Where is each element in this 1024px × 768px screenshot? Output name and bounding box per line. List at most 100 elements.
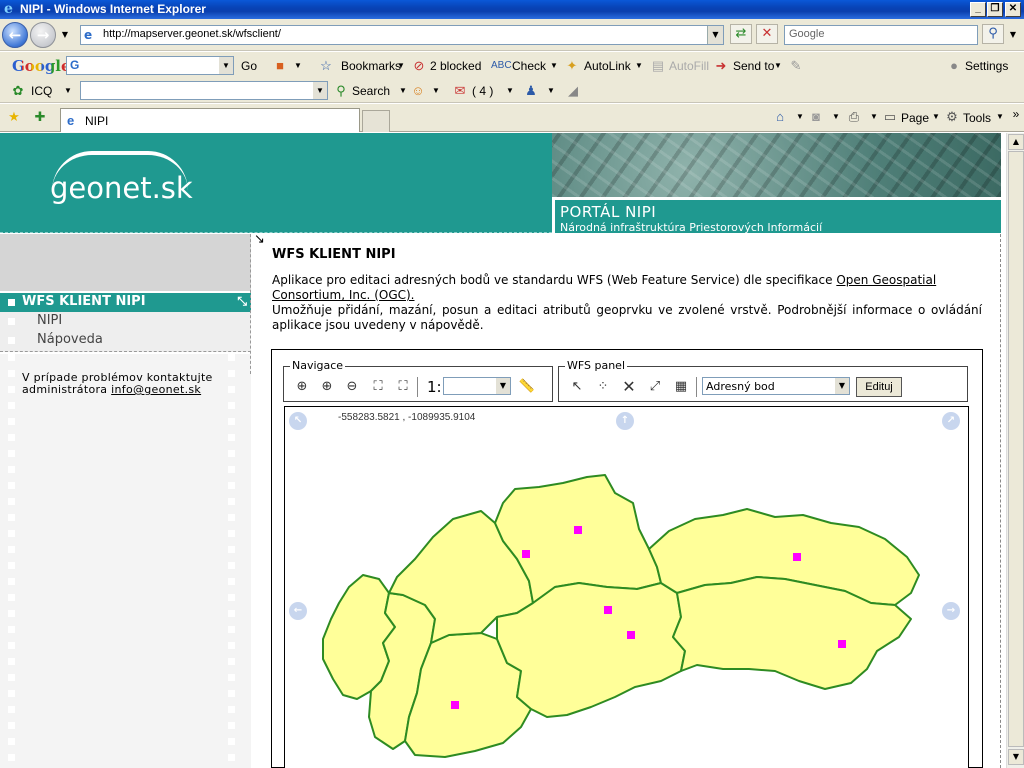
address-field[interactable]: e http://mapserver.geonet.sk/wfsclient/ …: [80, 25, 724, 45]
address-point-marker[interactable]: [604, 606, 612, 614]
measure-ruler-icon[interactable]: 📏: [517, 377, 537, 397]
address-point-marker[interactable]: [838, 640, 846, 648]
google-search-field[interactable]: G ▼: [66, 56, 234, 75]
spellcheck-icon: ABC: [491, 60, 512, 71]
page-menu-button[interactable]: Page: [901, 111, 929, 125]
edit-button[interactable]: Edituj: [856, 377, 902, 397]
address-point-marker[interactable]: [793, 553, 801, 561]
layer-select[interactable]: Adresný bod ▼: [702, 377, 850, 395]
page-scrollbar[interactable]: ▲ ▼: [1006, 133, 1024, 768]
scroll-thumb[interactable]: [1008, 151, 1024, 747]
highlight-icon[interactable]: ✎: [788, 58, 804, 74]
edit-attributes-icon[interactable]: ▦: [671, 377, 691, 397]
zoom-in-icon[interactable]: ⊕: [317, 377, 337, 397]
stop-icon[interactable]: ✕: [756, 24, 778, 44]
minimize-button[interactable]: _: [970, 2, 986, 17]
wfs-client-app: Navigace ⊕ ⊕ ⊖ ⛶ ⛶ 1: ▼ 📏 WFS panel ↖ ⁘ …: [271, 349, 983, 768]
zoom-out-icon[interactable]: ⊖: [342, 377, 362, 397]
print-icon[interactable]: ⎙: [846, 109, 862, 125]
scale-select[interactable]: ▼: [443, 377, 511, 395]
tools-dropdown-icon[interactable]: ▼: [992, 109, 1008, 125]
icq-smiley-dropdown-icon[interactable]: ▼: [428, 83, 444, 99]
maximize-button[interactable]: ❐: [987, 2, 1003, 17]
intro-text: Aplikace pro editaci adresných bodů ve s…: [272, 273, 837, 287]
icq-user-dropdown-icon[interactable]: ▼: [543, 83, 559, 99]
feeds-icon[interactable]: ◙: [808, 109, 824, 125]
window-title: NIPI - Windows Internet Explorer: [20, 2, 206, 16]
check-button[interactable]: Check: [512, 59, 546, 73]
icq-button[interactable]: ICQ: [31, 84, 52, 98]
home-icon[interactable]: ⌂: [772, 109, 788, 125]
back-button[interactable]: ←: [2, 22, 28, 48]
layer-dropdown-icon[interactable]: ▼: [835, 378, 849, 394]
address-point-marker[interactable]: [522, 550, 530, 558]
icq-search-field[interactable]: ▼: [80, 81, 328, 100]
check-dropdown-icon[interactable]: ▼: [546, 58, 562, 74]
address-point-marker[interactable]: [627, 631, 635, 639]
settings-button[interactable]: Settings: [965, 59, 1008, 73]
icq-tool-icon[interactable]: ◢: [565, 83, 581, 99]
google-toolbar: Google G ▼ Go ■ ▼ ☆ Bookmarks ▼ ⊘ 2 bloc…: [0, 52, 1024, 79]
home-dropdown-icon[interactable]: ▼: [792, 109, 808, 125]
address-point-marker[interactable]: [451, 701, 459, 709]
google-addon-icon[interactable]: ■: [272, 58, 288, 74]
favorites-star-icon[interactable]: ★: [6, 109, 22, 125]
tools-menu-button[interactable]: Tools: [963, 111, 991, 125]
icq-user-icon[interactable]: ♟: [523, 83, 539, 99]
autofill-button[interactable]: AutoFill: [669, 59, 709, 73]
bookmarks-dropdown-icon[interactable]: ▼: [393, 58, 409, 74]
google-addon-dropdown-icon[interactable]: ▼: [290, 58, 306, 74]
add-point-icon[interactable]: ⁘: [593, 377, 613, 397]
sendto-button[interactable]: Send to: [733, 59, 774, 73]
page-menu-dropdown-icon[interactable]: ▼: [928, 109, 944, 125]
scroll-down-icon[interactable]: ▼: [1008, 749, 1024, 765]
search-go-icon[interactable]: ⚲: [982, 24, 1004, 44]
icq-search-options-icon[interactable]: ▼: [395, 83, 411, 99]
portal-subtitle: Národná infraštruktúra Priestorových Inf…: [560, 221, 823, 234]
add-favorite-icon[interactable]: ✚: [32, 109, 48, 125]
icq-dropdown-icon[interactable]: ▼: [60, 83, 76, 99]
google-search-dropdown-icon[interactable]: ▼: [219, 57, 233, 74]
sidebar-item-napoveda[interactable]: Nápoveda: [0, 331, 251, 350]
scroll-up-icon[interactable]: ▲: [1008, 134, 1024, 150]
corner-arrow-icon: ↘: [254, 232, 265, 247]
search-options-icon[interactable]: ▼: [1008, 30, 1018, 40]
print-dropdown-icon[interactable]: ▼: [866, 109, 882, 125]
history-dropdown-icon[interactable]: ▼: [60, 30, 70, 40]
delete-point-icon[interactable]: ✕: [619, 377, 639, 397]
scale-dropdown-icon[interactable]: ▼: [496, 378, 510, 394]
popup-blocked-button[interactable]: 2 blocked: [430, 59, 481, 73]
address-dropdown-icon[interactable]: ▼: [707, 26, 723, 44]
full-extent-icon[interactable]: ⛶: [393, 377, 413, 397]
sendto-dropdown-icon[interactable]: ▼: [770, 58, 786, 74]
select-arrow-icon[interactable]: ↖: [567, 377, 587, 397]
tab-bar: ★ ✚ e NIPI ⌂ ▼ ◙ ▼ ⎙ ▼ ▭ Page ▼ ⚙ Tools …: [0, 104, 1024, 132]
close-button[interactable]: ✕: [1005, 2, 1021, 17]
sidebar-item-wfs-klient[interactable]: WFS KLIENT NIPI ⤡: [0, 293, 251, 312]
move-point-icon[interactable]: ⤢: [645, 377, 665, 397]
address-toolbar: ← → ▼ e http://mapserver.geonet.sk/wfscl…: [0, 19, 1024, 51]
sidebar-item-nipi[interactable]: NIPI: [0, 312, 251, 331]
icq-count-dropdown-icon[interactable]: ▼: [502, 83, 518, 99]
icq-search-dropdown-icon[interactable]: ▼: [313, 82, 327, 99]
icq-count[interactable]: ( 4 ): [472, 84, 493, 98]
tab-nipi[interactable]: e NIPI: [60, 108, 360, 132]
forward-button[interactable]: →: [30, 22, 56, 48]
portal-title: PORTÁL NIPI: [560, 203, 657, 221]
address-point-marker[interactable]: [574, 526, 582, 534]
zoom-extent-icon[interactable]: ⛶: [368, 377, 388, 397]
refresh-icon[interactable]: ⇄: [730, 24, 752, 44]
search-input[interactable]: Google: [784, 25, 978, 45]
icq-search-button[interactable]: Search: [352, 84, 390, 98]
google-go-button[interactable]: Go: [241, 59, 257, 73]
feeds-dropdown-icon[interactable]: ▼: [828, 109, 844, 125]
toolbar-overflow-icon[interactable]: »: [1010, 106, 1022, 122]
new-tab-button[interactable]: [362, 110, 390, 132]
zoom-box-icon[interactable]: ⊕: [292, 377, 312, 397]
site-logo[interactable]: geonet.sk: [50, 171, 193, 205]
contact-email-link[interactable]: info@geonet.sk: [111, 383, 201, 396]
autolink-dropdown-icon[interactable]: ▼: [631, 58, 647, 74]
autolink-button[interactable]: AutoLink: [584, 59, 631, 73]
map-view[interactable]: -558283.5821 , -1089935.9104 ↖ ↑ ↗ ← →: [284, 406, 969, 768]
icq-smiley-icon[interactable]: ☺: [410, 83, 426, 99]
